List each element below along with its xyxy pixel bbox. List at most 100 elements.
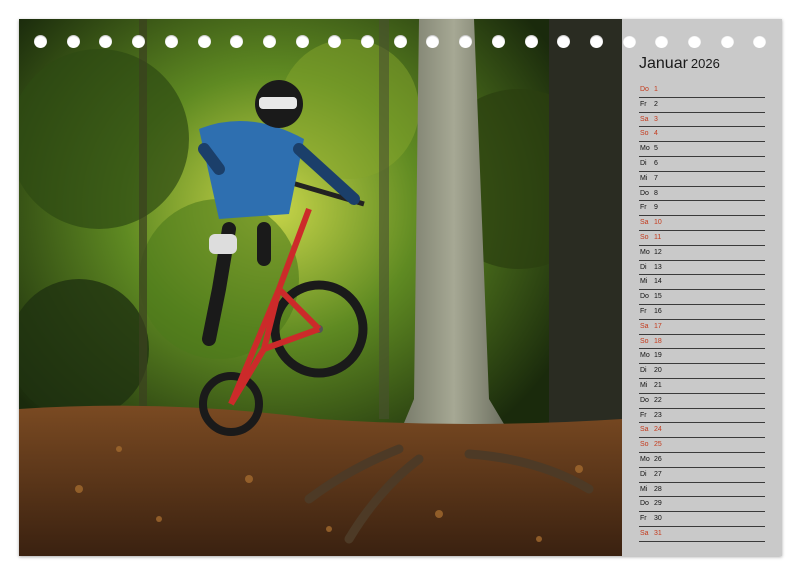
day-number: 24 [654,426,662,434]
day-number: 4 [654,130,658,138]
day-row: So 11 [639,230,765,246]
weekday-label: Do [640,86,649,93]
binding-hole [753,35,767,48]
day-row: Di 13 [639,260,765,276]
calendar-panel: Januar 2026 Do 1 Fr 2 Sa 3 So 4 Mo 5 Di 6 Mi 7 Do 8 Fr 9 Sa… [622,19,782,556]
day-row: Fr 9 [639,200,765,217]
photo [19,19,622,556]
day-row: Di 20 [639,363,765,379]
spiral-binding [19,35,782,49]
day-number: 25 [654,441,662,449]
day-row: Mi 7 [639,171,765,187]
weekday-label: Di [640,367,647,375]
day-number: 21 [654,382,662,389]
weekday-label: So [640,441,649,449]
day-number: 19 [654,352,662,360]
binding-hole [164,35,178,48]
day-row: Do 15 [639,289,765,305]
binding-hole [491,35,505,48]
weekday-label: Mi [640,485,648,493]
weekday-label: Mi [640,174,648,182]
day-row: Mi 14 [639,274,765,291]
weekday-label: Mi [640,278,648,286]
binding-hole [426,35,440,48]
day-row: Mo 5 [639,141,765,157]
weekday-label: Mo [640,248,650,256]
day-row: Mi 28 [639,482,765,498]
day-row: Do 29 [639,496,765,513]
day-number: 1 [654,86,658,93]
day-number: 15 [654,293,662,301]
weekday-label: Do [640,293,649,301]
binding-hole [459,35,473,48]
weekday-label: Di [640,263,647,271]
weekday-label: Do [640,396,649,404]
day-number: 11 [654,234,662,241]
weekday-label: Mi [640,382,648,389]
day-row: Mo 26 [639,452,765,468]
binding-hole [557,35,571,48]
binding-hole [230,35,244,48]
day-row: Mo 12 [639,245,765,261]
binding-hole [262,35,276,48]
binding-hole [295,35,309,48]
day-row: So 25 [639,437,765,453]
month-year: 2026 [690,56,720,71]
day-number: 6 [654,160,658,167]
weekday-label: Di [640,160,647,167]
weekday-label: Fr [640,515,647,523]
weekday-label: Sa [640,115,649,123]
binding-hole [99,35,113,48]
day-number: 28 [654,485,662,493]
binding-hole [720,35,734,48]
weekday-label: Sa [640,219,649,227]
day-row: Fr 23 [639,408,765,424]
day-number: 20 [654,367,662,375]
day-row: Do 1 [639,82,765,98]
binding-hole [688,35,701,48]
day-number: 7 [654,174,658,182]
day-number: 30 [654,515,662,523]
day-row: Fr 16 [639,304,765,320]
day-number: 22 [654,396,662,404]
weekday-label: Fr [640,308,647,315]
calendar-page: Januar 2026 Do 1 Fr 2 Sa 3 So 4 Mo 5 Di 6 Mi 7 Do 8 Fr 9 Sa… [19,19,782,556]
weekday-label: Sa [640,322,649,330]
day-number: 29 [654,500,662,508]
weekday-label: So [640,234,649,241]
mountain-bike-photo [19,19,622,556]
weekday-label: Fr [640,411,647,419]
day-row: Do 8 [639,186,765,202]
weekday-label: Di [640,470,647,478]
day-number: 27 [654,470,662,478]
day-row: Sa 31 [639,526,765,542]
day-number: 18 [654,337,662,345]
weekday-label: Sa [640,530,649,537]
binding-hole [34,35,47,48]
day-number: 31 [654,530,662,537]
weekday-label: Mo [640,145,650,153]
day-row: So 18 [639,334,765,350]
binding-hole [328,35,342,48]
day-row: Sa 3 [639,112,765,128]
binding-hole [66,35,80,48]
weekday-label: Do [640,189,649,197]
day-number: 13 [654,263,662,271]
day-number: 26 [654,456,662,463]
binding-hole [132,35,146,48]
weekday-label: So [640,130,649,138]
day-row: Fr 2 [639,97,765,113]
day-number: 2 [654,100,658,108]
day-number: 3 [654,115,658,123]
month-name: Januar [639,55,688,72]
day-number: 9 [654,204,658,212]
binding-hole [589,35,603,48]
day-row: Sa 24 [639,422,765,439]
weekday-label: Fr [640,100,647,108]
binding-hole [622,35,636,48]
day-number: 12 [654,248,662,256]
day-row: Di 6 [639,156,765,172]
day-number: 10 [654,219,662,227]
day-number: 8 [654,189,658,197]
binding-hole [655,35,669,48]
